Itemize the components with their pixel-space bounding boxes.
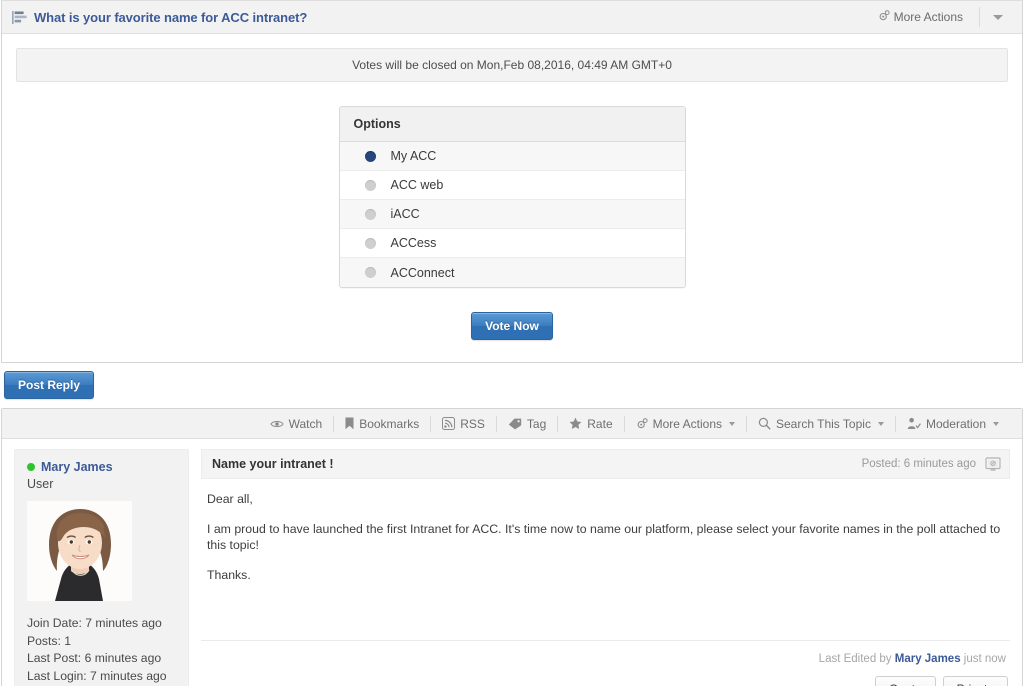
toolbar-item-tag[interactable]: Tag [497, 417, 557, 431]
votes-closing-notice: Votes will be closed on Mon,Feb 08,2016,… [16, 48, 1008, 82]
toolbar-item-bookmarks[interactable]: Bookmarks [334, 417, 430, 431]
toolbar-item-rate[interactable]: Rate [558, 417, 623, 431]
page-title: What is your favorite name for ACC intra… [34, 9, 308, 25]
toolbar-item-label: Tag [526, 416, 547, 431]
poll-option-label: iACC [390, 207, 420, 221]
author-name-link[interactable]: Mary James [41, 460, 113, 474]
toolbar-item-label: Moderation [925, 416, 986, 431]
last-edited-text: Last Edited by Mary James just now [819, 653, 1010, 665]
post-paragraph: I am proud to have launched the first In… [207, 521, 1001, 553]
poll-options-header: Options [339, 107, 685, 142]
poll-bars-icon [12, 10, 27, 24]
rss-icon [442, 417, 456, 430]
eye-icon [270, 419, 284, 429]
poll-option-label: ACConnect [390, 265, 455, 280]
toolbar-item-label: More Actions [652, 416, 722, 431]
chevron-down-icon [729, 421, 735, 426]
toolbar-item-label: Bookmarks [359, 416, 420, 431]
post-reply-button[interactable]: Post Reply [4, 371, 95, 399]
poll-header: What is your favorite name for ACC intra… [2, 0, 1022, 34]
poll-option-row[interactable]: ACConnect [339, 258, 685, 287]
search-icon [758, 417, 771, 430]
post-paragraph: Thanks. [207, 567, 251, 582]
vote-button-wrap: Vote Now [16, 312, 1008, 340]
author-stats: Join Date: 7 minutes ago Posts: 1 Last P… [27, 615, 176, 685]
online-status-icon [27, 463, 35, 471]
gear-icon [878, 9, 890, 25]
poll-option-row[interactable]: ACC web [339, 171, 685, 200]
post-footer: Last Edited by Mary James just now [201, 640, 1010, 667]
post-header: Name your intranet ! Posted: 6 minutes a… [201, 449, 1010, 479]
post-inner: Mary James User Join Date: 7 minutes ago… [2, 439, 1022, 686]
toolbar-item-label: Rate [587, 416, 613, 431]
author-stat: Posts: 1 [27, 633, 72, 648]
bookmark-icon [345, 417, 354, 430]
post-paragraph: Dear all, [207, 492, 253, 506]
quote-button[interactable]: Quote [874, 676, 936, 686]
author-stat: Last Login: 7 minutes ago [27, 668, 167, 683]
toolbar-item-search-this-topic[interactable]: Search This Topic [747, 417, 895, 431]
monitor-icon[interactable] [985, 456, 1001, 472]
poll-option-label: My ACC [390, 149, 437, 163]
post-container: Watch Bookmarks RSS Tag Rate More Action… [1, 408, 1023, 686]
post-action-buttons: Quote Private [201, 676, 1010, 686]
poll-option-label: ACCess [390, 236, 437, 250]
author-name-row: Mary James [27, 460, 176, 474]
toolbar-item-moderation[interactable]: Moderation [896, 417, 1010, 431]
toolbar-item-label: Search This Topic [776, 416, 871, 431]
chevron-down-icon [877, 421, 884, 426]
chevron-down-icon [993, 14, 1003, 20]
radio-button-access[interactable] [364, 237, 376, 249]
poll-option-row[interactable]: iACC [339, 200, 685, 229]
poll-title-wrap: What is your favorite name for ACC intra… [12, 10, 878, 25]
post-timestamp: Posted: 6 minutes ago [861, 458, 976, 470]
toolbar-item-label: Watch [288, 416, 323, 431]
post-subject: Name your intranet ! [212, 457, 334, 471]
star-icon [569, 417, 582, 430]
poll-options-table: Options My ACC ACC web iACC ACCess ACCon… [338, 106, 686, 288]
poll-more-actions-button[interactable]: More Actions [878, 9, 975, 25]
tag-icon [508, 418, 522, 430]
toolbar-item-label: RSS [460, 416, 485, 431]
post-author-panel: Mary James User Join Date: 7 minutes ago… [14, 449, 189, 686]
radio-button-acconnect[interactable] [364, 267, 376, 278]
last-edited-author-link[interactable]: Mary James [895, 653, 961, 665]
radio-button-my-acc[interactable] [364, 150, 376, 162]
author-stat: Join Date: 7 minutes ago [27, 616, 162, 630]
last-edited-prefix: Last Edited by [818, 653, 895, 665]
radio-button-iacc[interactable] [364, 208, 376, 220]
private-button[interactable]: Private [942, 676, 1008, 686]
topic-toolbar: Watch Bookmarks RSS Tag Rate More Action… [2, 409, 1022, 439]
poll-panel: What is your favorite name for ACC intra… [1, 0, 1023, 363]
user-check-icon [907, 417, 921, 430]
toolbar-item-watch[interactable]: Watch [259, 417, 334, 431]
vote-now-button[interactable]: Vote Now [471, 312, 553, 340]
poll-option-row[interactable]: My ACC [339, 142, 685, 171]
post-reply-row: Post Reply [0, 363, 1024, 408]
post-main: Name your intranet ! Posted: 6 minutes a… [201, 449, 1010, 686]
toolbar-item-rss[interactable]: RSS [431, 417, 496, 431]
radio-button-acc-web[interactable] [364, 179, 376, 191]
last-edited-suffix: just now [960, 653, 1006, 665]
toolbar-divider [979, 7, 980, 27]
forum-topic-page: What is your favorite name for ACC intra… [0, 0, 1024, 686]
author-role: User [27, 477, 54, 491]
toolbar-item-more-actions[interactable]: More Actions [625, 417, 746, 431]
poll-option-label: ACC web [390, 178, 444, 192]
poll-body: Votes will be closed on Mon,Feb 08,2016,… [2, 34, 1022, 362]
gear-icon [636, 417, 648, 430]
poll-option-row[interactable]: ACCess [339, 229, 685, 258]
avatar[interactable] [27, 501, 132, 601]
poll-more-actions-label: More Actions [893, 10, 963, 24]
poll-dropdown-toggle[interactable] [984, 14, 1012, 20]
author-stat: Last Post: 6 minutes ago [27, 651, 162, 665]
chevron-down-icon [993, 421, 999, 426]
post-body: Dear all, I am proud to have launched th… [201, 479, 1010, 634]
